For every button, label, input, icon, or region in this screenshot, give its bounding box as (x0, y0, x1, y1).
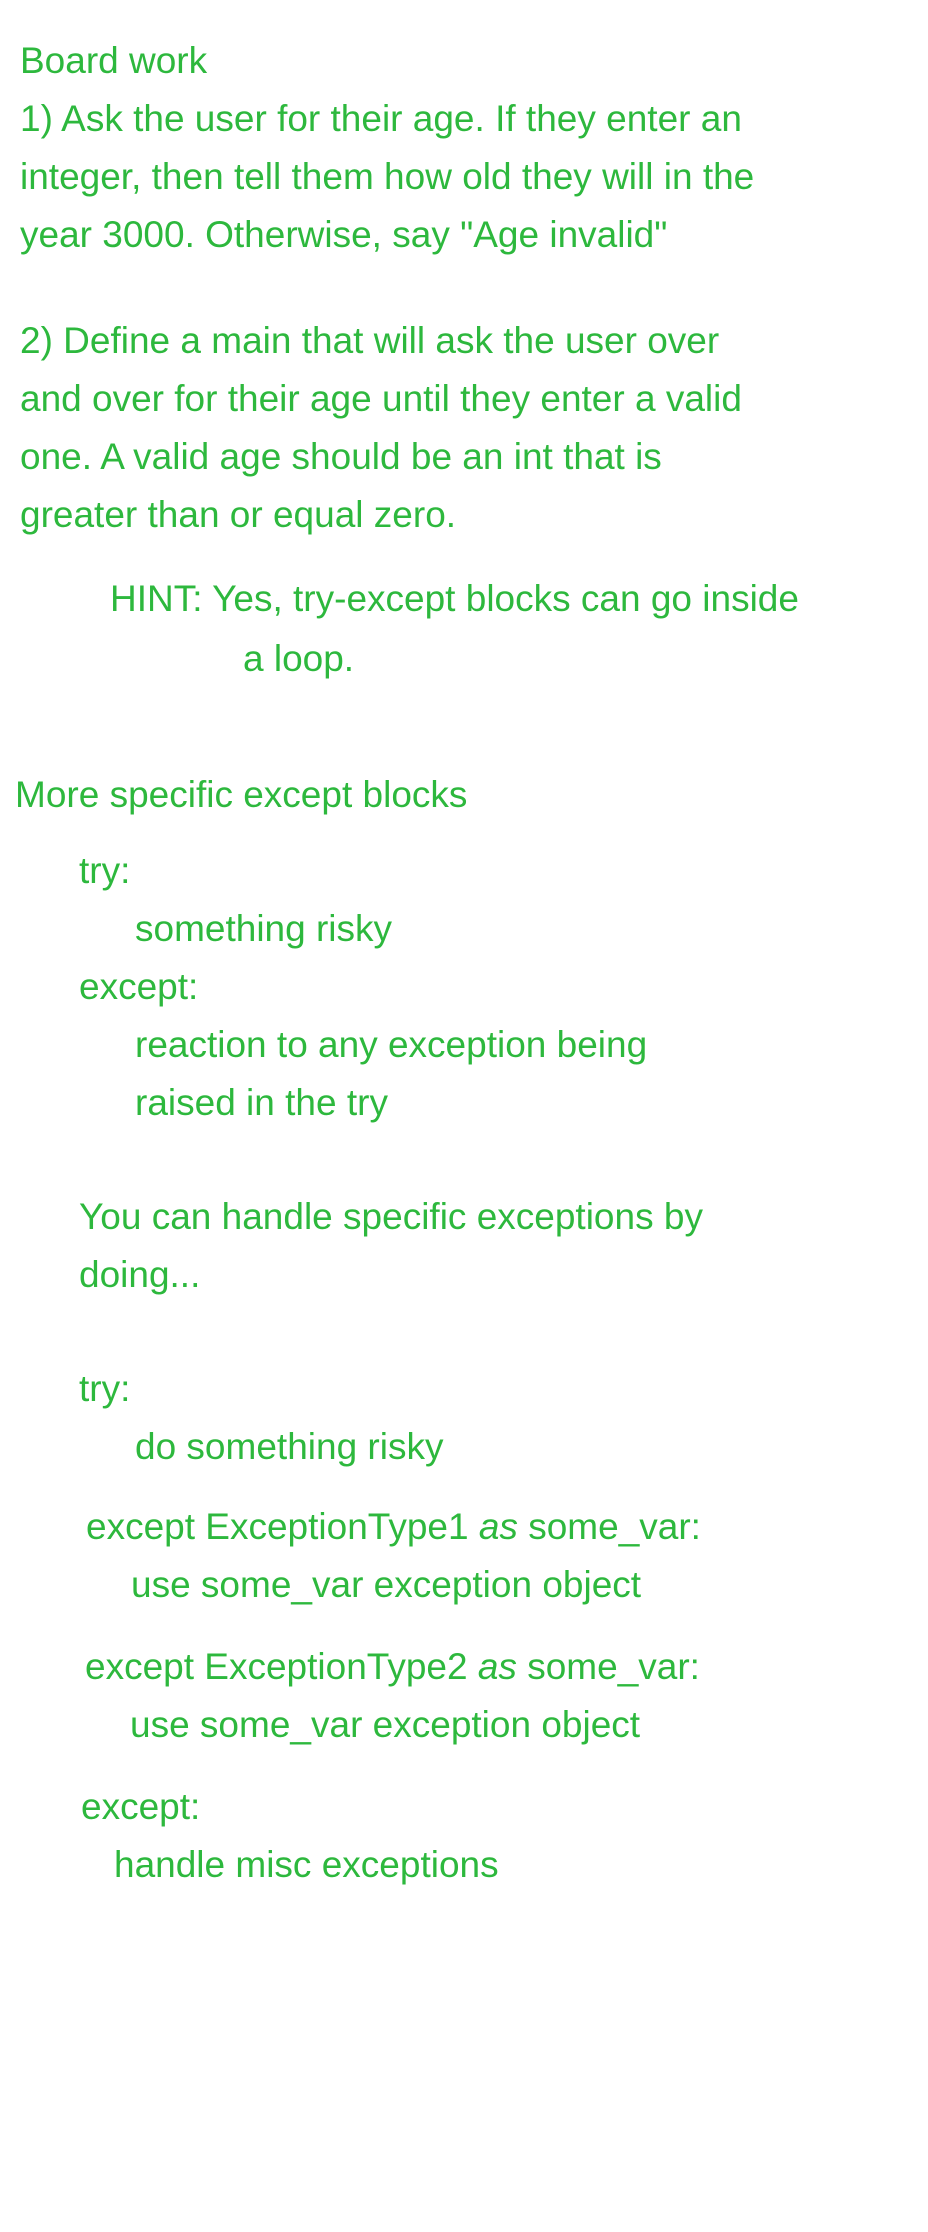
code-except-type-1-body: use some_var exception object (131, 1564, 642, 1605)
hint-line-1: HINT: Yes, try-except blocks can go insi… (110, 578, 799, 619)
code-except-type-1: except ExceptionType1 as some_var: (86, 1508, 701, 1545)
code-except-misc-body: handle misc exceptions (114, 1844, 499, 1885)
question-2-line-1: 2) Define a main that will ask the user … (20, 320, 720, 361)
code-except-body-1: reaction to any exception being (135, 1024, 648, 1065)
question-2-line-2: and over for their age until they enter … (20, 378, 742, 419)
code-try: try: (79, 1368, 131, 1409)
except-type-1-prefix: except ExceptionType1 (86, 1506, 479, 1547)
code-try-body: do something risky (135, 1426, 444, 1467)
question-2-line-4: greater than or equal zero. (20, 494, 457, 535)
as-keyword: as (478, 1506, 518, 1547)
code-try: try: (79, 850, 131, 891)
except-type-2-prefix: except ExceptionType2 (85, 1646, 478, 1687)
code-except-type-2: except ExceptionType2 as some_var: (85, 1648, 700, 1685)
board-work-title: Board work (20, 40, 208, 81)
code-except: except: (79, 966, 199, 1007)
hint-line-2: a loop. (243, 638, 355, 679)
question-2-line-3: one. A valid age should be an int that i… (20, 436, 662, 477)
code-except-misc: except: (81, 1786, 201, 1827)
question-1-line-1: 1) Ask the user for their age. If they e… (20, 98, 742, 139)
code-except-type-2-body: use some_var exception object (130, 1704, 641, 1745)
question-1-line-3: year 3000. Otherwise, say "Age invalid" (20, 214, 668, 255)
except-type-2-suffix: some_var: (516, 1646, 700, 1687)
explain-line-1: You can handle specific exceptions by (79, 1196, 703, 1237)
code-except-body-2: raised in the try (135, 1082, 388, 1123)
code-try-body: something risky (135, 908, 393, 949)
specific-except-title: More specific except blocks (15, 774, 468, 815)
question-1-line-2: integer, then tell them how old they wil… (20, 156, 755, 197)
as-keyword: as (477, 1646, 517, 1687)
except-type-1-suffix: some_var: (517, 1506, 701, 1547)
explain-line-2: doing... (79, 1254, 201, 1295)
